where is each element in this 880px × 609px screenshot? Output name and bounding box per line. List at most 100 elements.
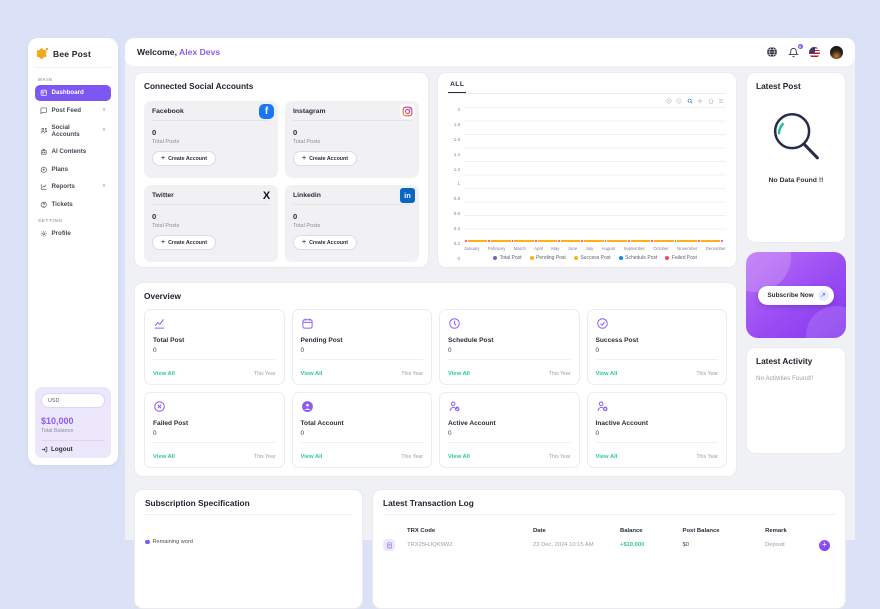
view-all-link[interactable]: View All: [448, 371, 470, 377]
period-label: This Year: [254, 454, 276, 460]
y-tick: 0.4: [454, 226, 460, 231]
remark-value: Deposit: [765, 542, 819, 548]
view-all-link[interactable]: View All: [596, 371, 618, 377]
sidebar-item-profile[interactable]: Profile: [35, 226, 111, 242]
chart-y-axis: 2 1.8 1.6 1.4 1.2 1 0.8 0.6 0.4 0.2 0: [448, 107, 464, 261]
col-trx-code: TRX Code: [407, 528, 533, 534]
chart-plot-area[interactable]: [464, 107, 726, 242]
logout-button[interactable]: Logout: [41, 440, 105, 453]
stat-pending-post: Pending Post 0 View All This Year: [292, 309, 433, 385]
create-account-button[interactable]: + Create Account: [293, 151, 357, 166]
trx-code-value: TRX25HJQK9WZ: [407, 542, 533, 548]
currency-select[interactable]: USD: [41, 393, 105, 408]
no-data-text: No Data Found !!: [756, 177, 836, 184]
plus-icon: +: [302, 156, 306, 162]
notification-badge: 0: [798, 44, 804, 50]
chart-x-axis: January February March April May June Ju…: [464, 246, 726, 251]
col-balance: Balance: [620, 528, 683, 534]
zoom-out-icon[interactable]: [676, 98, 682, 104]
tab-all[interactable]: ALL: [448, 80, 466, 93]
x-tick: May: [551, 246, 559, 251]
stat-inactive-account: Inactive Account 0 View All This Year: [587, 392, 728, 468]
view-all-link[interactable]: View All: [448, 454, 470, 460]
chevron-down-icon: ∨: [102, 108, 106, 114]
period-label: This Year: [254, 371, 276, 377]
view-all-link[interactable]: View All: [596, 454, 618, 460]
reset-home-icon[interactable]: [708, 98, 714, 104]
subscription-spec-title: Subscription Specification: [145, 498, 352, 515]
language-flag-icon[interactable]: [809, 47, 820, 58]
legend-total-post[interactable]: Total Post: [493, 255, 521, 261]
zoom-in-icon[interactable]: [666, 98, 672, 104]
stat-total-account: Total Account 0 View All This Year: [292, 392, 433, 468]
sidebar-item-reports[interactable]: Reports ∨: [35, 179, 111, 195]
main-area: Welcome, Alex Devs 0 Connected Social Ac…: [125, 38, 855, 540]
sidebar-item-ai-contents[interactable]: AI Contents: [35, 144, 111, 160]
legend-schedule-post[interactable]: Schedule Post: [619, 255, 658, 261]
create-account-button[interactable]: + Create Account: [152, 151, 216, 166]
x-tick: November: [677, 246, 697, 251]
linkedin-icon: in: [400, 188, 415, 203]
ai-contents-icon: [40, 148, 48, 156]
col-date: Date: [533, 528, 620, 534]
username: Alex Devs: [179, 47, 220, 57]
subscription-specification-card: Subscription Specification Remaining wor…: [134, 489, 363, 609]
view-all-link[interactable]: View All: [301, 371, 323, 377]
app-logo: Bee Post: [35, 47, 111, 68]
user-avatar[interactable]: [830, 46, 843, 59]
stat-failed-post: Failed Post 0 View All This Year: [144, 392, 285, 468]
create-account-button[interactable]: + Create Account: [293, 235, 357, 250]
y-tick: 0.2: [454, 241, 460, 246]
col-post-balance: Post Balance: [683, 528, 766, 534]
date-value: 23 Dec, 2024 10:15 AM: [533, 542, 620, 548]
facebook-icon: f: [259, 104, 274, 119]
pan-icon[interactable]: [697, 98, 703, 104]
stat-total-post: Total Post 0 View All This Year: [144, 309, 285, 385]
user-check-icon: [448, 400, 571, 413]
view-all-link[interactable]: View All: [301, 454, 323, 460]
y-tick: 1: [457, 181, 460, 186]
plus-icon: +: [161, 240, 165, 246]
notifications-bell-icon[interactable]: 0: [788, 47, 799, 58]
sidebar-item-plans[interactable]: Plans: [35, 162, 111, 178]
y-tick: 1.8: [454, 122, 460, 127]
chart-legend: Total Post Pending Post Success Post Sch…: [464, 255, 726, 261]
transaction-table-header: TRX Code Date Balance Post Balance Remar…: [383, 528, 835, 534]
view-all-link[interactable]: View All: [153, 371, 175, 377]
gear-icon: [40, 230, 48, 238]
legend-success-post[interactable]: Success Post: [574, 255, 611, 261]
sidebar-item-post-feed[interactable]: Post Feed ∨: [35, 103, 111, 119]
selection-zoom-icon[interactable]: [687, 98, 693, 104]
sidebar-item-dashboard[interactable]: Dashboard: [35, 85, 111, 101]
twitter-account-card: Twitter X 0 Total Posts + Create Account: [144, 185, 278, 262]
welcome-message: Welcome, Alex Devs: [137, 47, 220, 57]
y-tick: 1.4: [454, 152, 460, 157]
create-account-button[interactable]: + Create Account: [152, 235, 216, 250]
period-label: This Year: [549, 454, 571, 460]
sidebar-item-tickets[interactable]: Tickets: [35, 197, 111, 213]
legend-failed-post[interactable]: Failed Post: [665, 255, 697, 261]
view-all-link[interactable]: View All: [153, 454, 175, 460]
social-accounts-icon: [40, 127, 48, 135]
period-label: This Year: [696, 454, 718, 460]
instagram-icon: [400, 104, 415, 119]
linkedin-account-card: Linkedin in 0 Total Posts + Create Accou…: [285, 185, 419, 262]
subscribe-now-button[interactable]: Subscribe Now ↗: [758, 286, 833, 305]
top-bar: Welcome, Alex Devs 0: [125, 38, 855, 66]
globe-icon[interactable]: [766, 46, 778, 58]
sidebar-item-social-accounts[interactable]: Social Accounts ∨: [35, 120, 111, 142]
total-balance-value: $10,000: [41, 416, 105, 426]
legend-pending-post[interactable]: Pending Post: [530, 255, 566, 261]
app-name: Bee Post: [53, 49, 91, 59]
dashboard-icon: [40, 89, 48, 97]
latest-post-title: Latest Post: [756, 81, 836, 91]
sidebar-section-main: MAIN: [38, 77, 108, 82]
menu-icon[interactable]: [718, 98, 724, 104]
latest-transaction-log-card: Latest Transaction Log TRX Code Date Bal…: [372, 489, 846, 609]
x-tick: July: [586, 246, 594, 251]
y-tick: 2: [457, 107, 460, 112]
expand-row-button[interactable]: +: [819, 540, 830, 551]
receipt-icon: [383, 539, 395, 551]
magnifier-illustration: [765, 105, 827, 171]
connected-social-accounts-card: Connected Social Accounts Facebook f 0 T…: [134, 72, 429, 268]
